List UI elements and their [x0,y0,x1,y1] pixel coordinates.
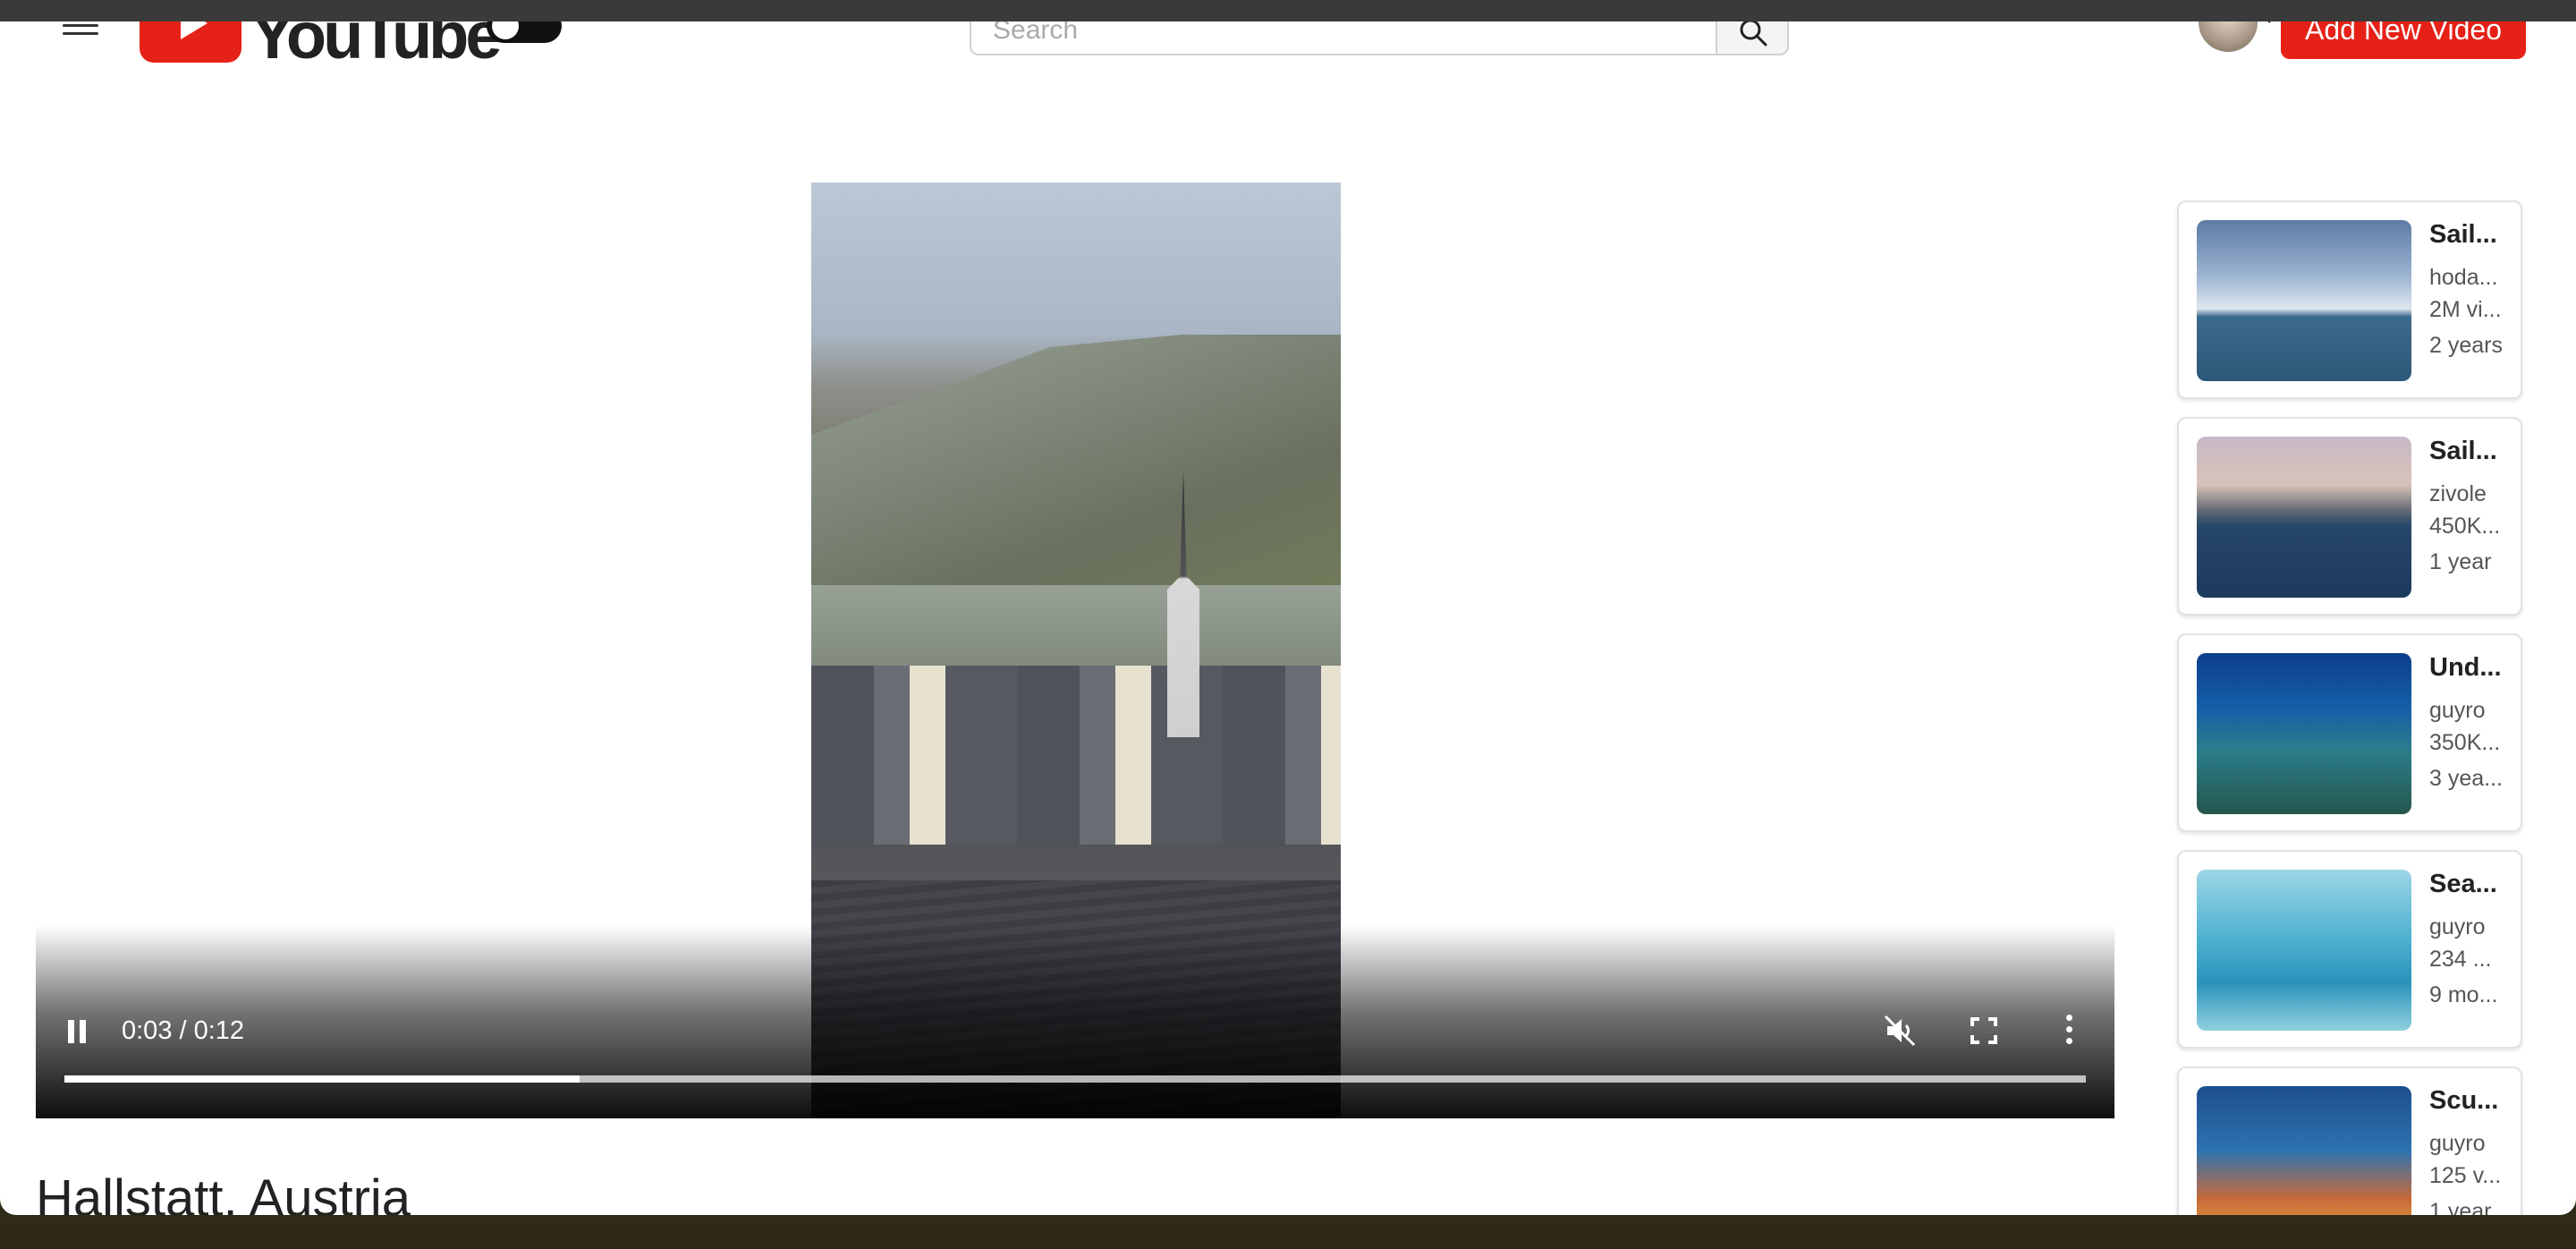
related-video-views: 234 ... [2429,947,2492,972]
more-options-icon[interactable] [2066,1015,2075,1047]
pause-icon[interactable] [66,1020,88,1043]
related-video-age: 2 years [2429,333,2503,358]
player-controls: 0:03 / 0:12 [36,1006,2114,1059]
window-top-bar [0,0,2576,21]
coral-reef-thumbnail[interactable] [2197,1086,2411,1215]
flag-thumbnail[interactable] [2197,437,2411,598]
mountain-scene [811,335,1341,585]
time-display: 0:03 / 0:12 [122,1016,245,1045]
sea-turtle-thumbnail[interactable] [2197,870,2411,1031]
video-title: Hallstatt, Austria [36,1169,411,1215]
related-video-card[interactable]: Sail... zivole 450K... 1 year [2177,417,2522,616]
related-video-views: 125 v... [2429,1163,2502,1188]
related-video-age: 1 year [2429,1199,2492,1215]
muted-volume-icon[interactable] [1884,1015,1916,1047]
related-video-age: 3 yea... [2429,766,2503,791]
related-video-views: 2M vi... [2429,297,2502,322]
related-video-title[interactable]: Sail... [2429,437,2497,466]
video-player[interactable]: 0:03 / 0:12 [36,183,2114,1118]
related-video-title[interactable]: Scu... [2429,1086,2498,1116]
related-video-age: 1 year [2429,549,2492,574]
related-video-title[interactable]: Und... [2429,653,2502,683]
village-roofs [811,666,1341,845]
related-video-views: 350K... [2429,730,2501,755]
related-video-channel: hoda... [2429,265,2498,290]
sailboat-thumbnail[interactable] [2197,220,2411,381]
related-video-channel: zivole [2429,481,2487,506]
related-video-views: 450K... [2429,514,2501,539]
related-video-age: 9 mo... [2429,982,2498,1007]
related-video-channel: guyro [2429,698,2486,723]
related-video-title[interactable]: Sea... [2429,870,2497,899]
progress-fill [64,1075,580,1083]
related-video-card[interactable]: Sail... hoda... 2M vi... 2 years [2177,200,2522,399]
progress-bar[interactable] [64,1075,2086,1083]
related-video-card[interactable]: Sea... guyro 234 ... 9 mo... [2177,850,2522,1049]
underwater-thumbnail[interactable] [2197,653,2411,814]
related-video-card[interactable]: Scu... guyro 125 v... 1 year [2177,1066,2522,1215]
related-video-title[interactable]: Sail... [2429,220,2497,250]
related-video-channel: guyro [2429,1131,2486,1156]
related-video-card[interactable]: Und... guyro 350K... 3 yea... [2177,633,2522,832]
browser-window: YouTube Add New Video [0,0,2576,1215]
fullscreen-icon[interactable] [1970,1016,1998,1045]
related-video-channel: guyro [2429,914,2486,939]
